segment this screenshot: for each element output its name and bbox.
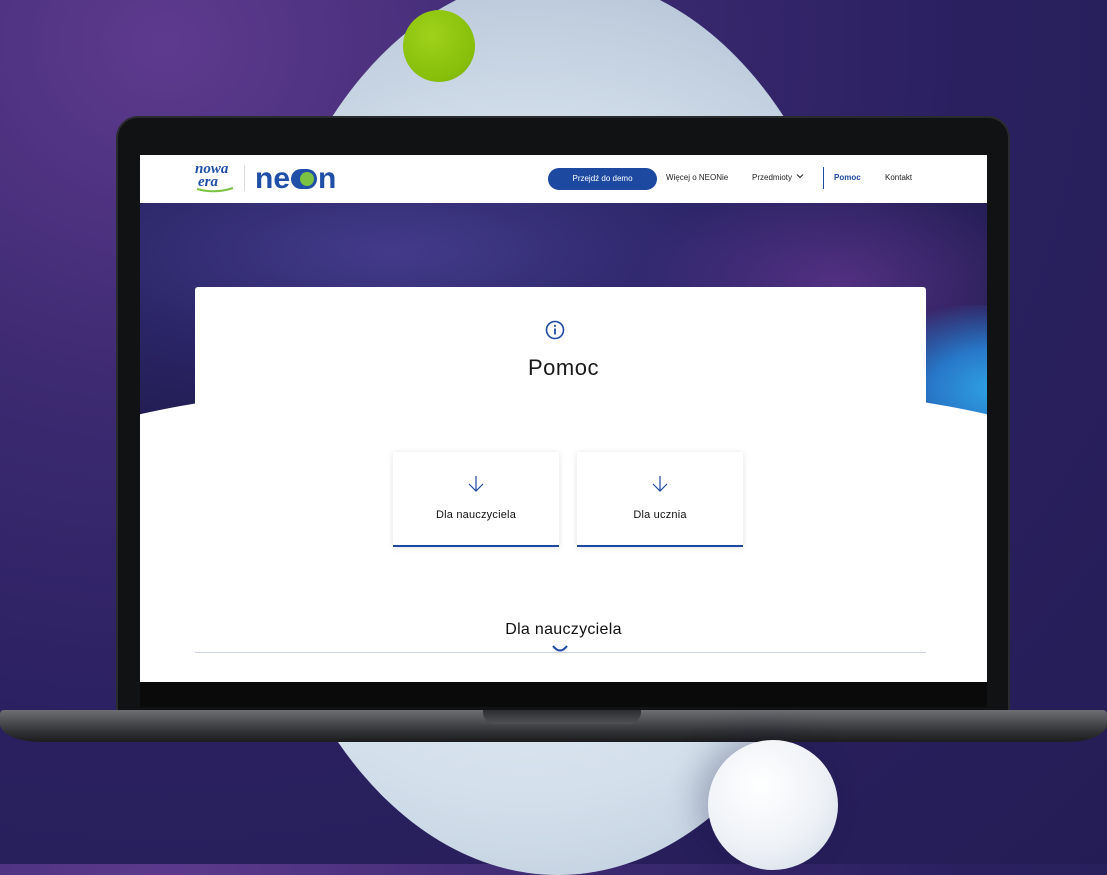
- laptop-bezel: [140, 682, 987, 707]
- logo-neon-start: ne: [255, 162, 291, 195]
- content-card: [195, 287, 926, 407]
- demo-button[interactable]: Przejdź do demo: [548, 168, 657, 190]
- section-title: Dla nauczyciela: [505, 621, 622, 638]
- neon-logo[interactable]: ne n: [255, 159, 336, 199]
- nav-link-kontakt[interactable]: Kontakt: [885, 173, 912, 182]
- laptop-notch: [483, 710, 641, 724]
- logo-divider: [244, 165, 245, 191]
- top-navigation: nowa era ne n Przejdź do demo Więcej o NE…: [140, 155, 987, 203]
- choice-card-student[interactable]: Dla ucznia: [577, 452, 743, 547]
- choice-card-label: Dla nauczyciela: [435, 509, 517, 521]
- white-ball-decoration: [708, 740, 838, 870]
- green-ball-decoration: [403, 10, 475, 82]
- chevron-down-icon: [796, 174, 804, 179]
- section-expand-icon[interactable]: [550, 643, 570, 657]
- laptop-screen: nowa era ne n Przejdź do demo Więcej o NE…: [140, 155, 987, 682]
- nav-separator: [823, 167, 824, 189]
- hero-curve: [140, 377, 987, 577]
- nav-link-przedmioty-label: Przedmioty: [752, 173, 793, 182]
- nav-link-pomoc[interactable]: Pomoc: [834, 173, 861, 182]
- info-icon: [545, 320, 565, 340]
- choice-card-teacher[interactable]: Dla nauczyciela: [393, 452, 559, 547]
- nav-link-wiecej[interactable]: Więcej o NEONie: [666, 173, 728, 182]
- logo-swoosh-icon: [196, 187, 234, 193]
- page-title: Pomoc: [528, 355, 599, 380]
- nowa-era-logo[interactable]: nowa era: [195, 162, 237, 195]
- nav-link-przedmioty[interactable]: Przedmioty: [752, 173, 804, 182]
- logo-neon-end: n: [318, 162, 337, 195]
- choice-card-label: Dla ucznia: [633, 509, 687, 521]
- neon-toggle-icon: [291, 169, 318, 189]
- arrow-down-icon: [468, 476, 484, 492]
- arrow-down-icon: [652, 476, 668, 492]
